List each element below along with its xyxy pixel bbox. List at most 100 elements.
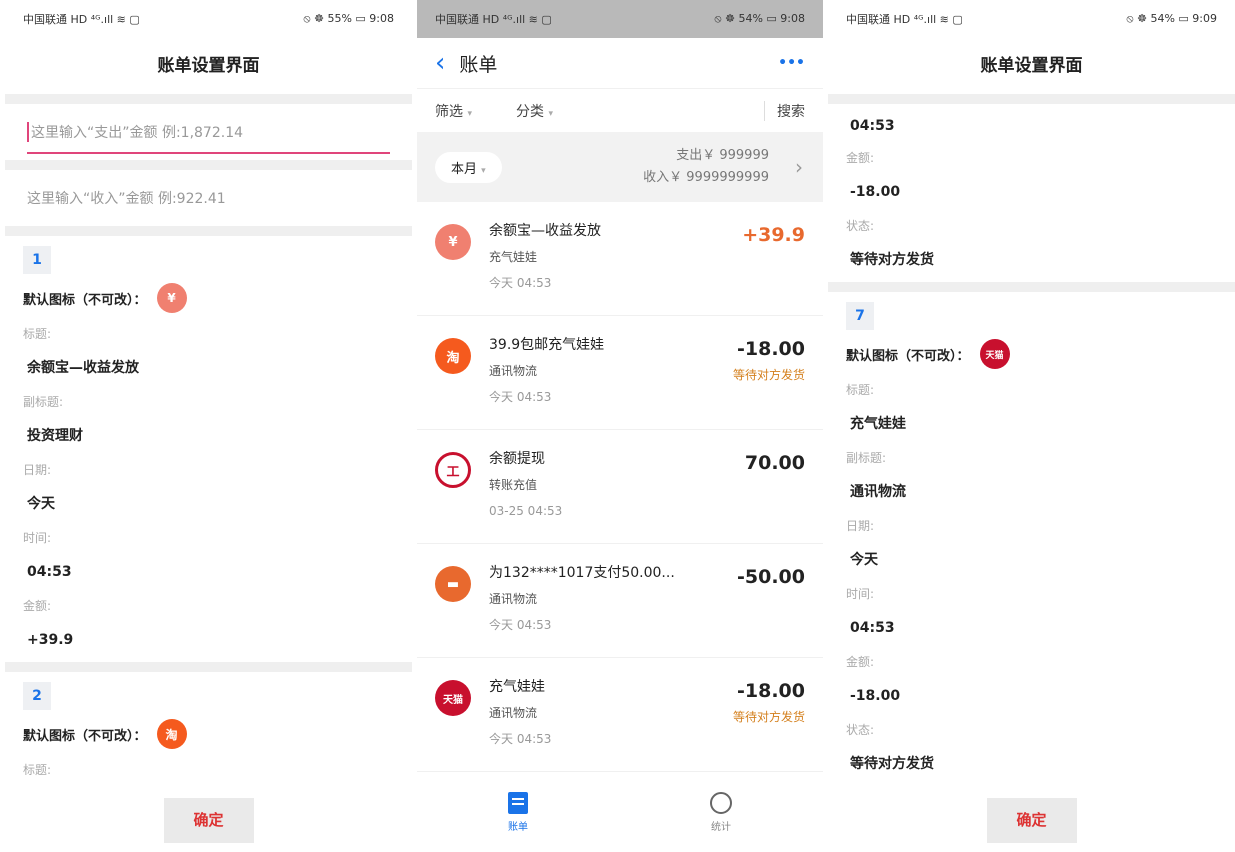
amount-value[interactable]: +39.9 xyxy=(23,618,394,662)
subtitle-label: 副标题: xyxy=(846,451,887,465)
item-sub: 转账充值 xyxy=(489,478,538,492)
chevron-down-icon: ▾ xyxy=(548,108,553,119)
filter-dropdown[interactable]: 筛选 ▾ xyxy=(435,101,472,121)
tmall-icon: 天猫 xyxy=(979,339,1010,369)
status-bar: 中国联通 HD ⁴ᴳ.ıll ≋ ▢ ⦸ ☸ 55% ▭ 9:08 xyxy=(5,0,412,38)
item-amount: -18.00 xyxy=(737,338,805,360)
tab-stats[interactable]: 统计 xyxy=(710,791,732,833)
date-label: 日期: xyxy=(846,519,875,533)
taobao-icon: 淘 xyxy=(435,338,471,374)
back-icon[interactable]: ‹ xyxy=(435,48,445,78)
page-title: 账单设置界面 xyxy=(980,56,1083,76)
status-left: 中国联通 HD ⁴ᴳ.ıll ≋ ▢ xyxy=(846,13,963,26)
icon-label: 默认图标（不可改）： xyxy=(23,728,147,744)
bank-icon: 工 xyxy=(435,452,471,488)
time-label: 时间: xyxy=(846,587,875,601)
date-label: 日期: xyxy=(23,463,52,477)
item-section-1: 1 默认图标（不可改）： ¥ 标题: 余额宝—收益发放 副标题: 投资理财 日期… xyxy=(5,236,412,662)
tab-bill-label: 账单 xyxy=(508,821,528,833)
page-title: 账单 xyxy=(459,53,498,76)
icon-label: 默认图标（不可改）： xyxy=(846,348,970,364)
filter-bar: 筛选 ▾ 分类 ▾ 搜索 xyxy=(417,88,823,132)
bill-item[interactable]: 淘 39.9包邮充气娃娃 通讯物流 今天 04:53 -18.00 等待对方发货 xyxy=(417,316,823,430)
bill-item[interactable]: 天猫 充气娃娃 通讯物流 今天 04:53 -18.00 等待对方发货 xyxy=(417,658,823,772)
status-left: 中国联通 HD ⁴ᴳ.ıll ≋ ▢ xyxy=(435,13,552,26)
expense-input[interactable]: 这里输入“支出”金额 例:1,872.14 xyxy=(5,104,412,160)
tmall-icon: 天猫 xyxy=(435,680,471,716)
expense-total: 支出￥ 999999 xyxy=(676,148,769,163)
subtitle-value[interactable]: 投资理财 xyxy=(23,414,394,458)
icon-row: 默认图标（不可改）： 天猫 xyxy=(846,330,1217,378)
money-bag-icon: ¥ xyxy=(156,283,187,313)
title-label: 标题: xyxy=(846,383,875,397)
item-time: 今天 04:53 xyxy=(489,390,552,404)
expense-placeholder: 这里输入“支出”金额 例:1,872.14 xyxy=(27,122,243,142)
time-value[interactable]: 04:53 xyxy=(846,606,1217,650)
icon-label: 默认图标（不可改）： xyxy=(23,292,147,308)
more-icon[interactable]: ••• xyxy=(778,55,805,71)
amount-label: 金额: xyxy=(846,655,875,669)
divider xyxy=(5,226,412,236)
item-index: 7 xyxy=(846,302,874,330)
amount-value[interactable]: -18.00 xyxy=(846,170,1217,214)
search-button[interactable]: 搜索 xyxy=(764,100,805,121)
title-value[interactable]: 余额宝—收益发放 xyxy=(23,346,394,390)
item-sub: 充气娃娃 xyxy=(489,250,538,264)
prev-item-section: 04:53 金额: -18.00 状态: 等待对方发货 xyxy=(828,104,1235,282)
item-time: 03-25 04:53 xyxy=(489,504,563,518)
settings-screen-left: 中国联通 HD ⁴ᴳ.ıll ≋ ▢ ⦸ ☸ 55% ▭ 9:08 账单设置界面… xyxy=(5,0,412,852)
month-selector[interactable]: 本月 ▾ xyxy=(435,151,502,183)
chevron-down-icon: ▾ xyxy=(467,108,472,119)
chevron-down-icon: ▾ xyxy=(481,165,486,176)
item-amount: 70.00 xyxy=(744,452,805,474)
amount-label: 金额: xyxy=(23,599,52,613)
bill-item[interactable]: ▬ 为132****1017支付50.00... 通讯物流 今天 04:53 -… xyxy=(417,544,823,658)
date-value[interactable]: 今天 xyxy=(23,482,394,526)
status-label: 状态: xyxy=(846,219,875,233)
bill-item[interactable]: 工 余额提现 转账充值 03-25 04:53 70.00 xyxy=(417,430,823,544)
summary-totals: 支出￥ 999999 收入￥ 9999999999 xyxy=(643,145,769,189)
shop-icon: ▬ xyxy=(435,566,471,602)
status-value[interactable]: 等待对方发货 xyxy=(846,742,1217,786)
title-value[interactable]: 充气娃娃 xyxy=(846,402,1217,446)
taobao-icon: 淘 xyxy=(156,719,187,749)
divider xyxy=(5,662,412,672)
time-label: 时间: xyxy=(23,531,52,545)
item-sub: 通讯物流 xyxy=(489,592,538,606)
item-section-2: 2 默认图标（不可改）： 淘 标题: xyxy=(5,672,412,782)
date-value[interactable]: 今天 xyxy=(846,538,1217,582)
category-dropdown[interactable]: 分类 ▾ xyxy=(516,101,553,121)
month-summary[interactable]: 本月 ▾ 支出￥ 999999 收入￥ 9999999999 › xyxy=(417,132,823,202)
amount-value[interactable]: -18.00 xyxy=(846,674,1217,718)
bill-item[interactable]: ¥ 余额宝—收益发放 充气娃娃 今天 04:53 +39.9 xyxy=(417,202,823,316)
divider xyxy=(5,94,412,104)
month-label: 本月 xyxy=(451,161,478,177)
time-value[interactable]: 04:53 xyxy=(23,550,394,594)
tab-stats-label: 统计 xyxy=(711,821,731,833)
status-left: 中国联通 HD ⁴ᴳ.ıll ≋ ▢ xyxy=(23,13,140,26)
subtitle-value[interactable]: 通讯物流 xyxy=(846,470,1217,514)
pie-chart-icon xyxy=(710,791,732,814)
status-value[interactable]: 等待对方发货 xyxy=(846,238,1217,282)
item-time: 今天 04:53 xyxy=(489,276,552,290)
tab-bill[interactable]: 账单 xyxy=(508,791,528,833)
item-status: 等待对方发货 xyxy=(732,368,805,382)
item-index: 2 xyxy=(23,682,51,710)
category-label: 分类 xyxy=(515,103,544,120)
income-input[interactable]: 这里输入“收入”金额 例:922.41 xyxy=(5,170,412,226)
confirm-button[interactable]: 确定 xyxy=(163,798,254,843)
item-time: 今天 04:53 xyxy=(489,618,552,632)
item-section-7: 7 默认图标（不可改）： 天猫 标题: 充气娃娃 副标题: 通讯物流 日期: 今… xyxy=(828,292,1235,786)
document-icon xyxy=(508,791,528,814)
status-right: ⦸ ☸ 55% ▭ 9:08 xyxy=(303,12,394,25)
confirm-button[interactable]: 确定 xyxy=(986,798,1077,843)
item-amount: -50.00 xyxy=(737,566,805,588)
top-bar: ‹ 账单 ••• xyxy=(417,38,823,88)
bill-screen: 中国联通 HD ⁴ᴳ.ıll ≋ ▢ ⦸ ☸ 54% ▭ 9:08 ‹ 账单 •… xyxy=(417,0,823,852)
icon-row: 默认图标（不可改）： ¥ xyxy=(23,274,394,322)
money-bag-icon: ¥ xyxy=(435,224,471,260)
input-underline xyxy=(27,152,390,154)
time-value[interactable]: 04:53 xyxy=(846,106,1217,146)
divider xyxy=(828,94,1235,104)
status-bar: 中国联通 HD ⁴ᴳ.ıll ≋ ▢ ⦸ ☸ 54% ▭ 9:09 xyxy=(828,0,1235,38)
